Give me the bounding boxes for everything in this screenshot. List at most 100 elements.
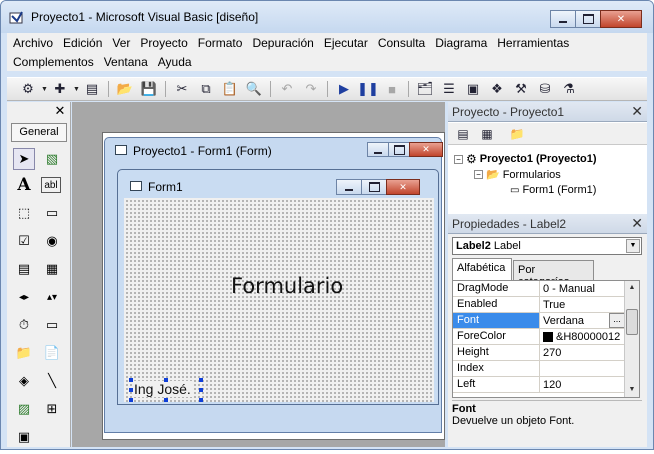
property-row-index[interactable]: Index	[453, 361, 625, 377]
minimize-button[interactable]	[550, 10, 576, 28]
view-code-icon[interactable]: ▤	[452, 125, 474, 143]
dirlistbox-tool-icon[interactable]: 📁	[13, 342, 35, 364]
menu-complementos[interactable]: Complementos	[7, 55, 98, 69]
property-value[interactable]: 270	[540, 345, 625, 360]
form-designer-close-button[interactable]: ✕	[409, 142, 443, 157]
menu-ventana[interactable]: Ventana	[98, 55, 152, 69]
menu-ver[interactable]: Ver	[106, 36, 134, 50]
ellipsis-button[interactable]: ...	[609, 313, 625, 328]
redo-icon[interactable]: ↷	[300, 79, 322, 99]
component-manager-icon[interactable]: ⚗	[558, 79, 580, 99]
form1-design-grid[interactable]: Formulario Ing José.	[124, 198, 434, 402]
ole-tool-icon[interactable]: ▣	[13, 426, 35, 448]
selection-handle[interactable]	[129, 398, 133, 402]
open-project-icon[interactable]: 📂	[114, 79, 136, 99]
property-value-container[interactable]: &H80000012	[540, 329, 625, 344]
listbox-tool-icon[interactable]: ▦	[41, 258, 63, 280]
tree-node-forms-folder[interactable]: − 📂 Formularios	[474, 168, 561, 181]
label1-formulario[interactable]: Formulario	[231, 274, 343, 298]
image-tool-icon[interactable]: ▨	[13, 398, 35, 420]
maximize-button[interactable]	[575, 10, 601, 28]
property-value[interactable]: 120	[540, 377, 625, 392]
frame-tool-icon[interactable]: ⬚	[13, 202, 35, 224]
undo-icon[interactable]: ↶	[276, 79, 298, 99]
menu-consulta[interactable]: Consulta	[372, 36, 429, 50]
copy-icon[interactable]: ⧉	[195, 79, 217, 99]
object-selector[interactable]: Label2 Label ▼	[452, 237, 642, 255]
property-value[interactable]: True	[540, 297, 625, 312]
line-tool-icon[interactable]: ╲	[41, 370, 63, 392]
selection-handle[interactable]	[199, 398, 203, 402]
properties-scrollbar[interactable]: ▲ ▼	[624, 281, 639, 397]
hscrollbar-tool-icon[interactable]: ◂▸	[13, 286, 35, 308]
form-designer-minimize-button[interactable]	[367, 142, 389, 157]
project-explorer-close-icon[interactable]: ✕	[631, 104, 643, 118]
menu-proyecto[interactable]: Proyecto	[134, 36, 191, 50]
save-project-icon[interactable]: 💾	[138, 79, 160, 99]
menu-formato[interactable]: Formato	[192, 36, 247, 50]
property-row-font[interactable]: Font Verdana ...	[453, 313, 625, 329]
form1-maximize-button[interactable]	[361, 179, 387, 195]
toolbox-tab-general[interactable]: General	[11, 123, 67, 142]
find-icon[interactable]: 🔍	[243, 79, 265, 99]
menu-ejecutar[interactable]: Ejecutar	[318, 36, 372, 50]
menu-edicion[interactable]: Edición	[57, 36, 106, 50]
add-form-dropdown-icon[interactable]: ▼	[73, 86, 80, 93]
textbox-tool-icon[interactable]: abl	[41, 177, 61, 193]
toolbox-icon[interactable]: ⚒	[510, 79, 532, 99]
add-project-icon[interactable]: ⚙	[17, 79, 39, 99]
tab-alfabetica[interactable]: Alfabética	[452, 258, 512, 280]
property-value-container[interactable]: Verdana ...	[540, 313, 625, 328]
object-browser-icon[interactable]: ❖	[486, 79, 508, 99]
scroll-thumb[interactable]	[626, 309, 638, 335]
collapse-icon[interactable]: −	[474, 170, 483, 179]
form1-close-button[interactable]: ✕	[386, 179, 420, 195]
timer-tool-icon[interactable]: ⏱	[13, 314, 35, 336]
form-designer-maximize-button[interactable]	[388, 142, 410, 157]
selection-handle[interactable]	[199, 388, 203, 392]
property-row-left[interactable]: Left 120	[453, 377, 625, 393]
optionbutton-tool-icon[interactable]: ◉	[41, 230, 63, 252]
pause-icon[interactable]: ❚❚	[357, 79, 379, 99]
menu-herramientas[interactable]: Herramientas	[491, 36, 573, 50]
form1-window[interactable]: Form1 ✕ Formulario Ing José.	[117, 169, 439, 405]
project-explorer-icon[interactable]: 🗂	[414, 79, 436, 99]
menu-editor-icon[interactable]: ▤	[81, 79, 103, 99]
vscrollbar-tool-icon[interactable]: ▴▾	[41, 286, 63, 308]
property-row-forecolor[interactable]: ForeColor &H80000012	[453, 329, 625, 345]
cut-icon[interactable]: ✂	[171, 79, 193, 99]
shape-tool-icon[interactable]: ◈	[13, 370, 35, 392]
menu-diagrama[interactable]: Diagrama	[429, 36, 491, 50]
property-row-height[interactable]: Height 270	[453, 345, 625, 361]
label-tool-icon[interactable]: A	[13, 174, 35, 196]
tree-node-project[interactable]: − ⚙ Proyecto1 (Proyecto1)	[454, 152, 597, 166]
property-value[interactable]: 0 - Manual	[540, 281, 625, 296]
close-button[interactable]: ✕	[600, 10, 642, 28]
combobox-tool-icon[interactable]: ▤	[13, 258, 35, 280]
property-row-enabled[interactable]: Enabled True	[453, 297, 625, 313]
selection-handle[interactable]	[164, 398, 168, 402]
properties-window-icon[interactable]: ☰	[438, 79, 460, 99]
filelistbox-tool-icon[interactable]: 📄	[41, 342, 63, 364]
pointer-tool-icon[interactable]: ➤	[13, 148, 35, 170]
label2-ing-jose[interactable]: Ing José.	[132, 381, 193, 397]
property-row-dragmode[interactable]: DragMode 0 - Manual	[453, 281, 625, 297]
commandbutton-tool-icon[interactable]: ▭	[41, 202, 63, 224]
selection-handle[interactable]	[164, 378, 168, 382]
stop-icon[interactable]: ■	[381, 79, 403, 99]
menu-depuracion[interactable]: Depuración	[246, 36, 317, 50]
view-object-icon[interactable]: ▦	[476, 125, 498, 143]
menu-ayuda[interactable]: Ayuda	[152, 55, 196, 69]
scroll-up-icon[interactable]: ▲	[625, 281, 639, 295]
form1-minimize-button[interactable]	[336, 179, 362, 195]
title-bar[interactable]: Proyecto1 - Microsoft Visual Basic [dise…	[1, 1, 653, 33]
toolbox-close-icon[interactable]: ✕	[54, 104, 66, 117]
form-layout-icon[interactable]: ▣	[462, 79, 484, 99]
scroll-down-icon[interactable]: ▼	[625, 383, 639, 397]
toggle-folders-icon[interactable]: 📁	[506, 125, 528, 143]
checkbox-tool-icon[interactable]: ☑	[13, 230, 35, 252]
tab-por-categorias[interactable]: Por categorías	[513, 260, 594, 288]
tree-node-form1[interactable]: ▭ Form1 (Form1)	[510, 184, 596, 196]
data-tool-icon[interactable]: ⊞	[41, 398, 63, 420]
chevron-down-icon[interactable]: ▼	[626, 239, 640, 253]
